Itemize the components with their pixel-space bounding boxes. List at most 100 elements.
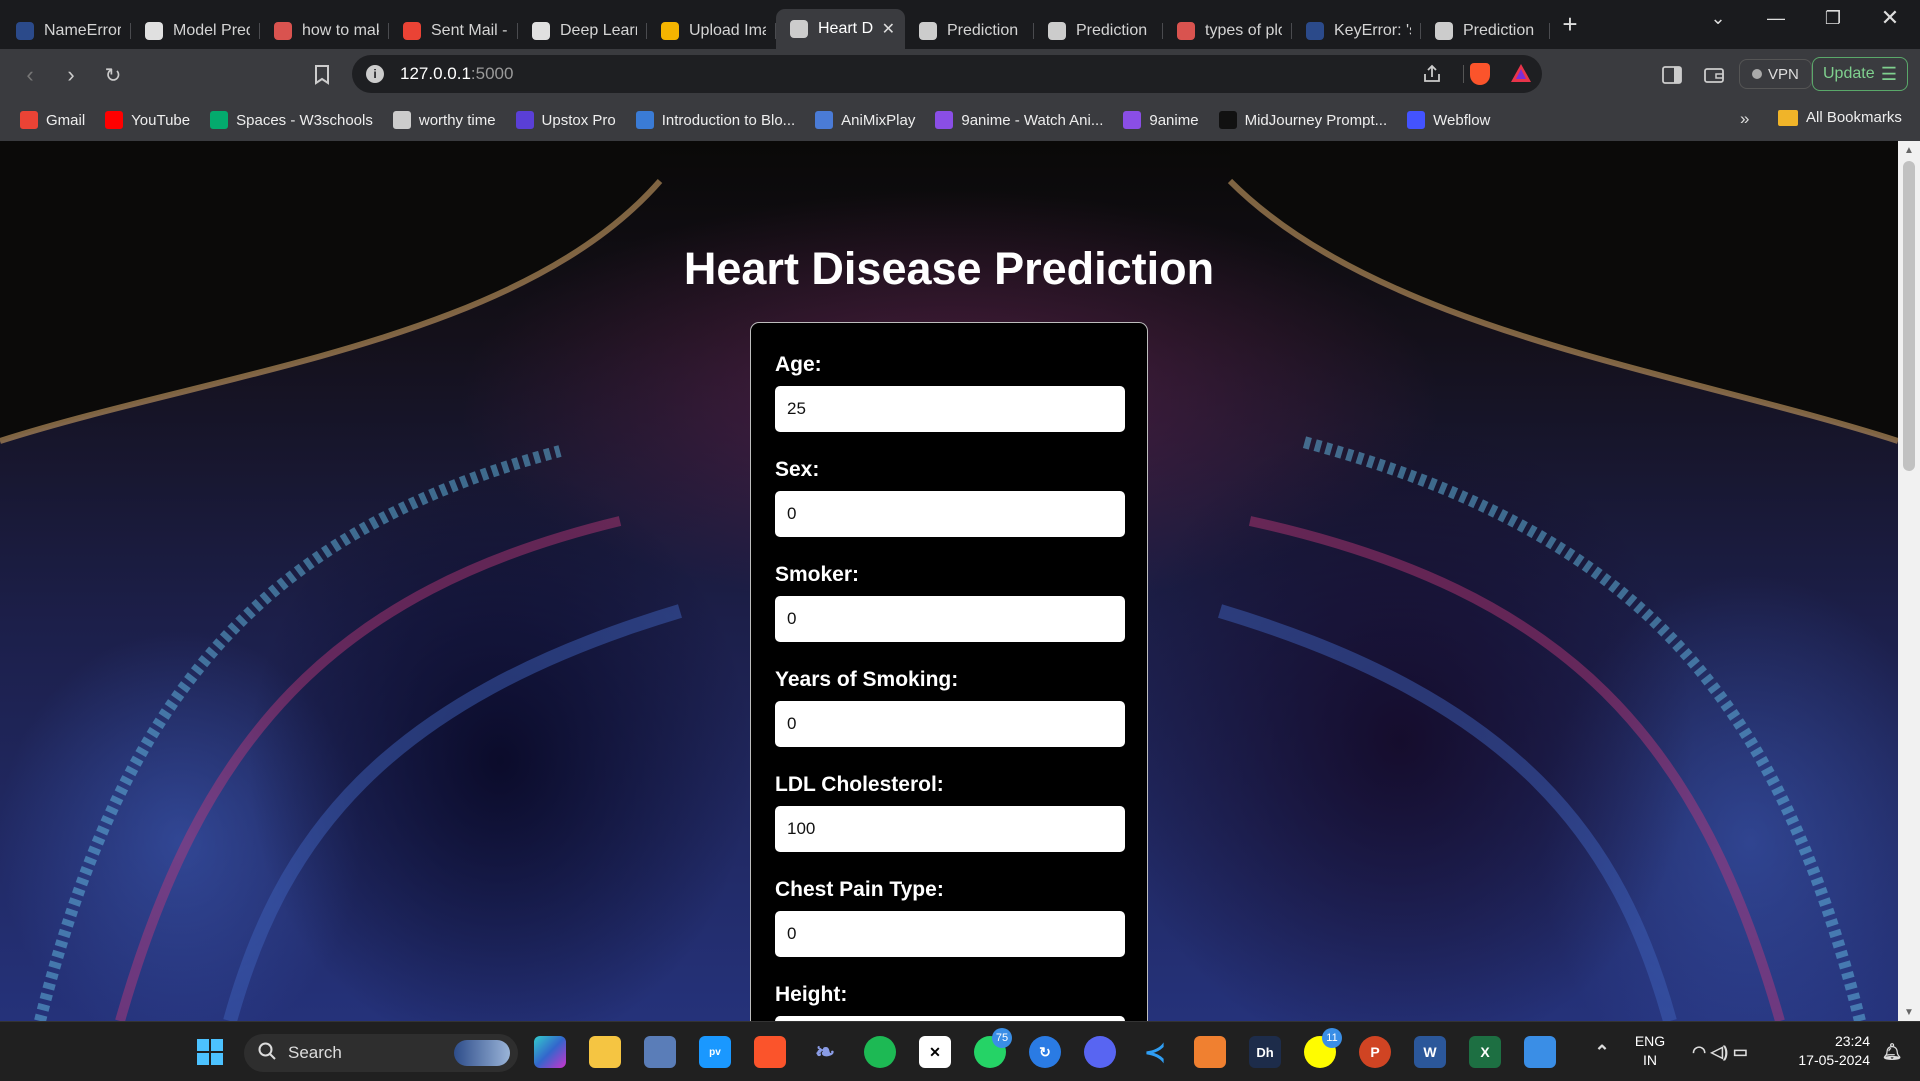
feather-app-icon[interactable]: ❧ <box>809 1036 841 1068</box>
field-label-2: Smoker: <box>775 563 860 586</box>
tab-strip: NameError: Model Pred how to mak Sent Mail … <box>0 0 1920 49</box>
scroll-down-arrow-icon[interactable]: ▼ <box>1898 1003 1920 1021</box>
bookmarks-overflow-button[interactable]: » <box>1740 109 1749 129</box>
vscode-icon[interactable]: ≺ <box>1139 1036 1171 1068</box>
copilot-icon[interactable] <box>534 1036 566 1068</box>
powerpoint-icon[interactable]: P <box>1359 1036 1391 1068</box>
address-bar[interactable]: i 127.0.0.1:5000 <box>352 55 1542 93</box>
tab-label: Heart D <box>818 20 874 37</box>
word-icon[interactable]: W <box>1414 1036 1446 1068</box>
clock[interactable]: 23:24 17-05-2024 <box>1780 1032 1870 1070</box>
share-icon[interactable] <box>1422 64 1442 89</box>
bookmark-6[interactable]: AniMixPlay <box>815 111 915 129</box>
wallet-icon[interactable] <box>1700 61 1728 89</box>
new-tab-button[interactable]: + <box>1550 9 1590 40</box>
bookmark-0[interactable]: Gmail <box>20 111 85 129</box>
tab-label: Deep Learn <box>560 22 637 39</box>
prime-video-icon[interactable]: pv <box>699 1036 731 1068</box>
sublime-text-icon[interactable] <box>1194 1036 1226 1068</box>
tab-3[interactable]: Sent Mail - <box>389 13 518 49</box>
battery-icon: ▭ <box>1732 1044 1748 1061</box>
scroll-up-arrow-icon[interactable]: ▲ <box>1898 141 1920 159</box>
bookmark-7[interactable]: 9anime - Watch Ani... <box>935 111 1103 129</box>
notepad-icon[interactable] <box>1524 1036 1556 1068</box>
brave-shields-icon[interactable] <box>1470 63 1490 85</box>
field-label-6: Height: <box>775 983 848 1006</box>
terminal-icon <box>1306 22 1324 40</box>
vpn-button[interactable]: VPN <box>1739 59 1812 89</box>
back-button[interactable]: ‹ <box>16 61 44 89</box>
bookmark-4[interactable]: Upstox Pro <box>515 111 616 129</box>
tab-7[interactable]: Prediction I <box>905 13 1034 49</box>
bookmark-page-icon[interactable] <box>308 61 336 89</box>
notification-bell-icon[interactable]: 🔔︎ <box>1876 1036 1908 1068</box>
scroll-thumb[interactable] <box>1903 161 1915 471</box>
field-input-5[interactable] <box>775 911 1125 957</box>
bookmark-label: 9anime <box>1149 111 1199 129</box>
bookmark-9[interactable]: MidJourney Prompt... <box>1218 111 1387 129</box>
spotify-icon[interactable] <box>864 1036 896 1068</box>
restore-button[interactable]: ❐ <box>1805 0 1861 36</box>
tab-0[interactable]: NameError: <box>2 13 131 49</box>
tab-1[interactable]: Model Pred <box>131 13 260 49</box>
sync-app-icon[interactable]: ↻ <box>1029 1036 1061 1068</box>
upload-icon <box>661 22 679 40</box>
field-input-2[interactable] <box>775 596 1125 642</box>
tab-9[interactable]: types of plo <box>1163 13 1292 49</box>
excel-icon[interactable]: X <box>1469 1036 1501 1068</box>
diamond-icon <box>635 111 654 129</box>
tray-chevron-up-icon[interactable]: ⌃ <box>1586 1036 1618 1068</box>
tab-4[interactable]: Deep Learn <box>518 13 647 49</box>
bookmark-1[interactable]: YouTube <box>105 111 190 129</box>
all-bookmarks-label: All Bookmarks <box>1806 109 1902 126</box>
bookmark-10[interactable]: Webflow <box>1407 111 1490 129</box>
bookmark-8[interactable]: 9anime <box>1123 111 1199 129</box>
capcut-icon[interactable]: ✕ <box>919 1036 951 1068</box>
bookmark-label: Introduction to Blo... <box>661 111 796 129</box>
bookmark-5[interactable]: Introduction to Blo... <box>635 111 796 129</box>
close-tab-icon[interactable]: ✕ <box>882 19 895 39</box>
brave-browser-icon[interactable] <box>754 1036 786 1068</box>
wifi-volume-battery-icons[interactable]: ◠ ◁) ▭ <box>1680 1036 1760 1068</box>
page-scrollbar[interactable]: ▲ ▼ <box>1898 141 1920 1021</box>
tab-11[interactable]: Prediction I <box>1421 13 1550 49</box>
tab-2[interactable]: how to mak <box>260 13 389 49</box>
forward-button[interactable]: › <box>57 61 85 89</box>
windows-start-icon[interactable] <box>194 1036 226 1068</box>
play-icon <box>1123 111 1142 129</box>
tab-label: Prediction I <box>1463 22 1540 39</box>
field-input-3[interactable] <box>775 701 1125 747</box>
update-button[interactable]: Update ☰ <box>1812 57 1908 91</box>
bookmark-2[interactable]: Spaces - W3schools <box>210 111 373 129</box>
tab-search-chevron-icon[interactable]: ⌄ <box>1690 0 1746 36</box>
discord-icon[interactable] <box>1084 1036 1116 1068</box>
taskbar-search-box[interactable]: Search <box>244 1034 518 1072</box>
sidebar-icon[interactable] <box>1658 61 1686 89</box>
reload-button[interactable]: ↻ <box>99 61 127 89</box>
close-window-button[interactable]: ✕ <box>1862 0 1918 36</box>
all-bookmarks-button[interactable]: All Bookmarks <box>1778 109 1902 126</box>
minimize-button[interactable]: — <box>1748 0 1804 36</box>
brave-search-icon <box>1177 22 1195 40</box>
webflow-icon <box>1407 111 1426 129</box>
tab-6[interactable]: Heart D ✕ <box>776 9 905 49</box>
field-input-1[interactable] <box>775 491 1125 537</box>
globe-icon <box>1048 22 1066 40</box>
windows-taskbar: Search pv ❧ ✕ 75 ↻ ≺ Dh 11 P W X ⌃ ENG I… <box>0 1021 1920 1081</box>
globe-icon <box>790 20 808 38</box>
tab-10[interactable]: KeyError: 's <box>1292 13 1421 49</box>
file-explorer-icon[interactable] <box>589 1036 621 1068</box>
language-indicator[interactable]: ENG IN <box>1630 1032 1670 1070</box>
tab-label: Prediction I <box>1076 22 1153 39</box>
field-input-0[interactable] <box>775 386 1125 432</box>
site-info-icon[interactable]: i <box>366 65 384 83</box>
brave-rewards-icon[interactable] <box>1510 63 1532 88</box>
field-input-4[interactable] <box>775 806 1125 852</box>
sail-icon <box>1218 111 1237 129</box>
bookmark-3[interactable]: worthy time <box>392 111 496 129</box>
tab-8[interactable]: Prediction I <box>1034 13 1163 49</box>
tab-5[interactable]: Upload Ima <box>647 13 776 49</box>
photos-icon[interactable] <box>644 1036 676 1068</box>
gmail-icon <box>20 111 38 129</box>
dh-app-icon[interactable]: Dh <box>1249 1036 1281 1068</box>
